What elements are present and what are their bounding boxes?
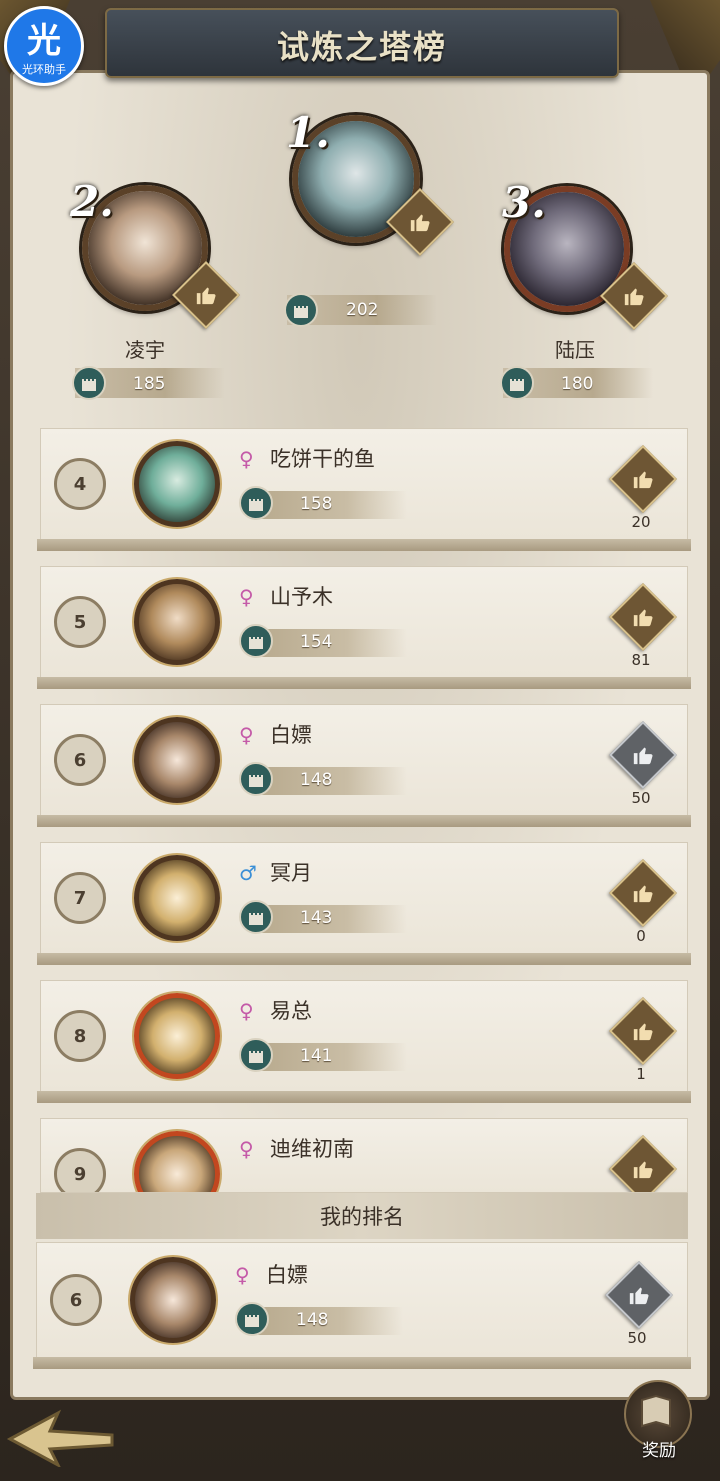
helper-logo[interactable]: 光 光环助手 [4,6,84,86]
back-arrow-icon [6,1409,114,1469]
player-score: 148 [296,1310,329,1330]
like-button[interactable] [609,859,677,927]
female-icon: ♀ [239,999,254,1023]
podium-third-name: 陆压 [555,338,595,362]
tower-icon [235,1302,269,1336]
like-count: 0 [636,927,646,945]
podium-rank-number: 2. [70,177,114,226]
like-count: 81 [631,651,651,669]
rank-number: 6 [50,1274,102,1326]
reward-button[interactable]: 奖励 [620,1376,700,1462]
like-button[interactable] [609,997,677,1065]
thumbs-up-icon [621,1009,665,1053]
player-score: 148 [300,770,333,790]
list-item[interactable]: 6 ♀ 白嫖 148 50 [37,704,691,827]
avatar[interactable] [134,579,220,665]
avatar[interactable] [134,855,220,941]
like-count: 20 [631,513,651,531]
like-button[interactable] [605,1261,673,1329]
like-button[interactable] [609,445,677,513]
tower-icon [239,1038,273,1072]
helper-logo-char: 光 [27,21,61,61]
title-banner: 试炼之塔榜 [105,8,619,78]
avatar[interactable] [134,1131,220,1192]
avatar[interactable] [134,441,220,527]
podium-third: 3. [496,178,668,330]
thumbs-up-icon [617,1273,661,1317]
female-icon: ♀ [239,1137,254,1161]
list-item[interactable]: 9 ♀ 迪维初南 [40,1118,688,1193]
tower-icon [239,762,273,796]
tower-icon [500,366,534,400]
player-score: 143 [300,908,333,928]
thumbs-up-icon [398,200,442,244]
list-item[interactable]: 7 ♂ 冥月 143 0 [37,842,691,965]
back-button[interactable] [6,1405,116,1469]
thumbs-up-icon [621,733,665,777]
player-score: 158 [300,494,333,514]
like-button[interactable] [609,721,677,789]
player-name: 吃饼干的鱼 [270,447,375,471]
page-title: 试炼之塔榜 [276,28,447,66]
player-score: 154 [300,632,333,652]
tower-icon [239,900,273,934]
like-count: 1 [636,1065,646,1083]
player-score: 141 [300,1046,333,1066]
female-icon: ♀ [239,723,254,747]
player-name: 易总 [270,999,312,1023]
player-name: 迪维初南 [270,1137,354,1161]
tower-icon [284,293,318,327]
player-name: 白嫖 [266,1263,308,1287]
like-button[interactable] [609,583,677,651]
podium-first-score: 202 [346,300,379,320]
rank-number: 7 [54,872,106,924]
like-button[interactable] [609,1135,677,1192]
player-name: 白嫖 [270,723,312,747]
male-icon: ♂ [239,861,257,885]
tower-icon [239,486,273,520]
female-icon: ♀ [239,585,254,609]
female-icon: ♀ [235,1263,250,1287]
rank-number: 6 [54,734,106,786]
player-name: 山予木 [270,585,333,609]
my-rank-header: 我的排名 [36,1193,688,1239]
list-item[interactable]: 5 ♀ 山予木 154 81 [37,566,691,689]
thumbs-up-icon [184,273,228,317]
helper-logo-name: 光环助手 [22,63,66,76]
thumbs-up-icon [612,274,656,318]
rank-number: 9 [54,1148,106,1192]
thumbs-up-icon [621,457,665,501]
rank-number: 8 [54,1010,106,1062]
like-count: 50 [627,1329,647,1347]
avatar[interactable] [134,717,220,803]
rank-number: 4 [54,458,106,510]
thumbs-up-icon [621,871,665,915]
podium-second-name: 凌宇 [125,338,165,362]
rank-number: 5 [54,596,106,648]
podium-second-score: 185 [133,374,166,394]
thumbs-up-icon [621,1147,665,1191]
avatar[interactable] [134,993,220,1079]
tower-icon [239,624,273,658]
my-rank-row[interactable]: 6 ♀ 白嫖 148 50 [33,1242,691,1369]
list-item[interactable]: 8 ♀ 易总 141 1 [37,980,691,1103]
like-count: 50 [631,789,651,807]
avatar[interactable] [130,1257,216,1343]
list-item[interactable]: 4 ♀ 吃饼干的鱼 158 20 [37,428,691,551]
player-name: 冥月 [270,861,312,885]
podium-rank-number: 1. [286,108,330,157]
podium-third-score: 180 [561,374,594,394]
reward-label: 奖励 [642,1441,676,1461]
thumbs-up-icon [621,595,665,639]
podium-rank-number: 3. [502,178,546,227]
tower-icon [72,366,106,400]
podium-second: 2. [70,175,240,329]
female-icon: ♀ [239,447,254,471]
